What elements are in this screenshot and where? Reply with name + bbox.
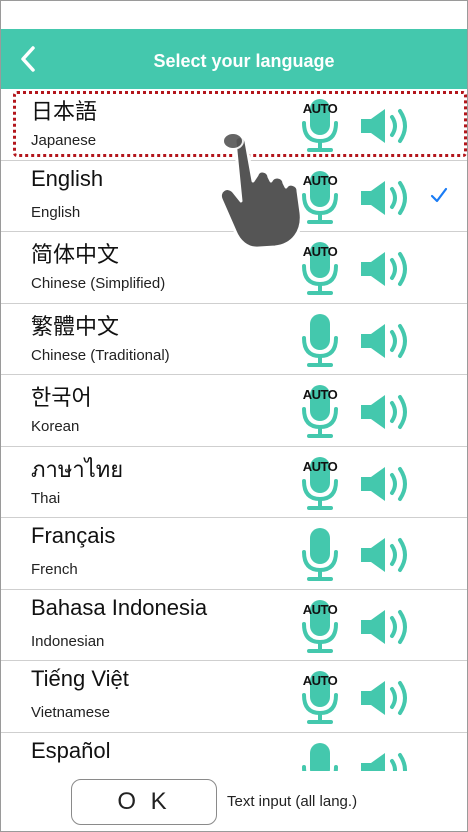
mic-button[interactable]: AUTO	[299, 665, 341, 727]
auto-badge: AUTO	[302, 458, 338, 474]
mic-button[interactable]: AUTO	[299, 93, 341, 155]
speaker-button[interactable]	[359, 536, 417, 574]
chevron-left-icon	[21, 46, 35, 72]
auto-badge: AUTO	[302, 601, 338, 617]
language-english-name: English	[31, 203, 81, 221]
speaker-icon	[361, 609, 407, 644]
mic-button[interactable]	[299, 522, 341, 584]
speaker-icon	[361, 681, 407, 715]
mic-button[interactable]: AUTO	[299, 594, 341, 656]
microphone-icon	[302, 742, 338, 771]
speaker-button[interactable]	[359, 107, 417, 145]
auto-badge: AUTO	[302, 101, 338, 116]
language-native-name: ภาษาไทย	[31, 456, 124, 482]
text-input-button[interactable]: Text input (all lang.)	[227, 793, 357, 810]
language-english-name: Korean	[31, 418, 80, 435]
bottom-bar: O K Text input (all lang.)	[1, 771, 467, 831]
speaker-button[interactable]	[359, 465, 417, 503]
mic-button[interactable]	[299, 737, 341, 771]
microphone-icon	[302, 313, 338, 367]
auto-badge: AUTO	[302, 172, 338, 188]
language-native-name: Français	[31, 523, 116, 548]
speaker-icon	[361, 466, 407, 501]
language-native-name: 日本語	[31, 99, 98, 124]
language-english-name: Vietnamese	[31, 704, 110, 721]
language-english-name: Chinese (Traditional)	[31, 346, 170, 364]
language-english-name: Chinese (Simplified)	[31, 275, 166, 292]
language-row[interactable]: 繁體中文 Chinese (Traditional)	[1, 304, 467, 375]
auto-badge: AUTO	[302, 673, 338, 688]
speaker-button[interactable]	[359, 179, 417, 217]
language-row[interactable]: Bahasa Indonesia Indonesian AUTO	[1, 590, 467, 661]
app-frame: Select your language 日本語 Japanese AUTO E…	[0, 0, 468, 832]
language-english-name: Indonesian	[31, 632, 105, 650]
language-row[interactable]: 简体中文 Chinese (Simplified) AUTO	[1, 232, 467, 304]
back-button[interactable]	[15, 45, 43, 73]
language-native-name: 繁體中文	[31, 313, 120, 339]
language-english-name: Thai	[31, 489, 61, 507]
speaker-icon	[361, 180, 407, 215]
speaker-button[interactable]	[359, 608, 417, 646]
language-native-name: Bahasa Indonesia	[31, 594, 208, 620]
language-row[interactable]: English English AUTO	[1, 161, 467, 232]
language-list: 日本語 Japanese AUTO English English AUTO 简…	[1, 89, 467, 771]
status-bar	[1, 1, 467, 29]
page-title: Select your language	[153, 51, 335, 71]
mic-button[interactable]: AUTO	[299, 236, 341, 298]
language-row[interactable]: Français French	[1, 518, 467, 590]
microphone-icon	[302, 528, 338, 581]
speaker-button[interactable]	[359, 679, 417, 717]
language-native-name: English	[31, 165, 104, 191]
mic-button[interactable]: AUTO	[299, 379, 341, 441]
language-row[interactable]: 日本語 Japanese AUTO	[1, 89, 467, 161]
language-native-name: Español	[31, 737, 111, 763]
language-row[interactable]: Español	[1, 733, 467, 771]
auto-badge: AUTO	[302, 387, 338, 402]
language-row[interactable]: Tiếng Việt Vietnamese AUTO	[1, 661, 467, 733]
speaker-button[interactable]	[359, 393, 417, 431]
speaker-icon	[361, 323, 407, 358]
header-bar: Select your language	[1, 29, 467, 89]
speaker-icon	[361, 752, 407, 771]
checkmark-icon	[430, 187, 448, 202]
speaker-button[interactable]	[359, 250, 417, 288]
language-native-name: 简体中文	[31, 242, 120, 267]
ok-button[interactable]: O K	[71, 779, 217, 825]
language-native-name: 한국어	[31, 385, 92, 410]
language-row[interactable]: 한국어 Korean AUTO	[1, 375, 467, 447]
mic-button[interactable]: AUTO	[299, 451, 341, 513]
mic-button[interactable]: AUTO	[299, 165, 341, 227]
speaker-icon	[361, 395, 407, 429]
language-english-name: Japanese	[31, 132, 97, 149]
speaker-button[interactable]	[359, 322, 417, 360]
speaker-icon	[361, 109, 407, 143]
language-native-name: Tiếng Việt	[31, 666, 129, 691]
language-row[interactable]: ภาษาไทย Thai AUTO	[1, 447, 467, 518]
speaker-button[interactable]	[359, 751, 417, 771]
speaker-icon	[361, 252, 407, 286]
auto-badge: AUTO	[302, 244, 338, 259]
language-english-name: French	[31, 561, 78, 578]
speaker-icon	[361, 538, 407, 572]
mic-button[interactable]	[299, 308, 341, 370]
